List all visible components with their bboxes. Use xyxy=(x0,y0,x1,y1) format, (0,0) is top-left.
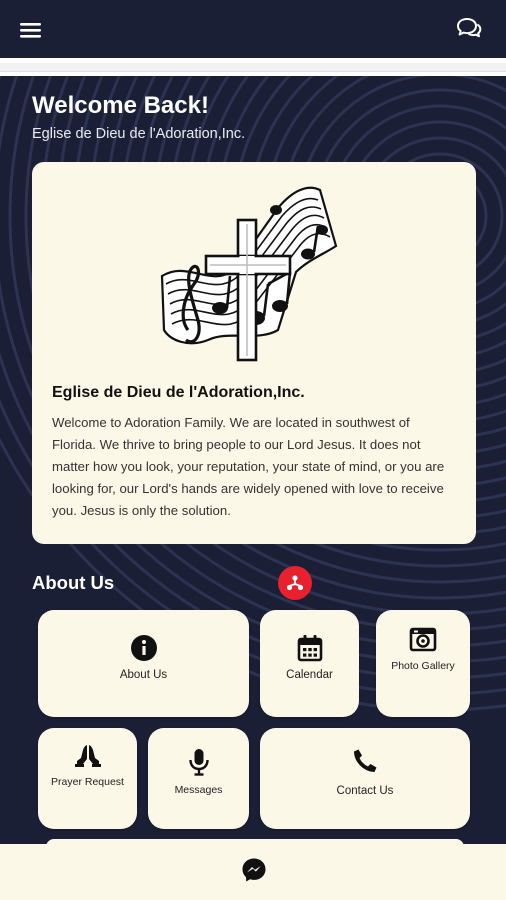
welcome-title: Welcome Back! xyxy=(32,92,209,119)
share-network-button[interactable] xyxy=(278,566,312,600)
phone-icon xyxy=(354,749,377,772)
home-content: Welcome Back! Eglise de Dieu de l'Adorat… xyxy=(0,76,506,844)
intro-card-title: Eglise de Dieu de l'Adoration,Inc. xyxy=(52,384,305,401)
info-icon xyxy=(130,635,157,661)
network-share-icon xyxy=(286,575,304,591)
calendar-tile[interactable]: Calendar xyxy=(260,610,359,717)
photo-gallery-tile-label: Photo Gallery xyxy=(391,660,455,672)
prayer-request-tile[interactable]: Prayer Request xyxy=(38,728,137,829)
calendar-tile-label: Calendar xyxy=(286,669,333,681)
hamburger-menu-icon[interactable] xyxy=(20,21,42,39)
app-header xyxy=(0,0,506,58)
intro-card-description: Welcome to Adoration Family. We are loca… xyxy=(52,415,445,518)
contact-us-tile[interactable]: Contact Us xyxy=(260,728,470,829)
about-us-tile-label: About Us xyxy=(119,669,168,681)
praying-hands-icon xyxy=(74,745,101,767)
chat-bubbles-icon[interactable] xyxy=(456,16,482,40)
calendar-icon xyxy=(297,635,322,662)
messages-tile-label: Messages xyxy=(174,784,223,796)
bottom-bar xyxy=(0,844,506,900)
about-section-title: About Us xyxy=(32,572,115,593)
cross-and-music-sheet-logo xyxy=(160,186,338,362)
church-name-subtitle: Eglise de Dieu de l'Adoration,Inc. xyxy=(32,126,246,142)
intro-card: Eglise de Dieu de l'Adoration,Inc. Welco… xyxy=(32,162,476,544)
photo-gallery-tile[interactable]: Photo Gallery xyxy=(376,610,470,717)
prayer-request-tile-label: Prayer Request xyxy=(51,776,124,788)
header-divider xyxy=(0,58,506,76)
contact-us-tile-label: Contact Us xyxy=(336,785,394,797)
camera-icon xyxy=(409,627,437,652)
messages-tile[interactable]: Messages xyxy=(148,728,249,829)
messenger-icon[interactable] xyxy=(241,857,267,883)
microphone-icon xyxy=(188,749,209,776)
about-us-tile[interactable]: About Us xyxy=(38,610,249,717)
